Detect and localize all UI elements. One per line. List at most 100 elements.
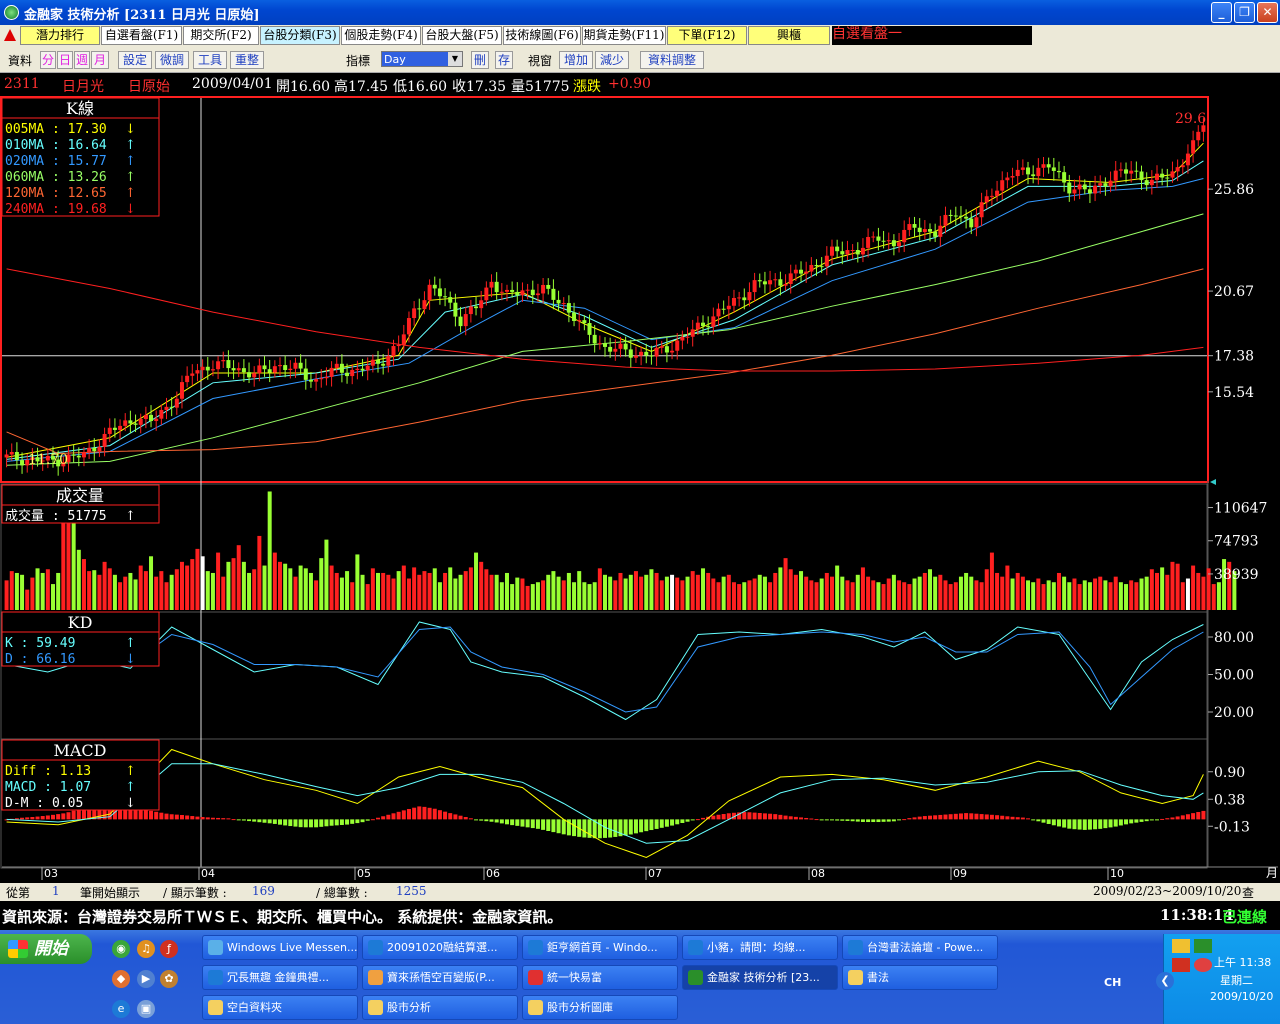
taskbar-task[interactable]: 金融家 技術分析 [23... <box>682 965 838 990</box>
settings-button[interactable]: 設定 <box>118 51 152 69</box>
candle-body <box>989 195 994 197</box>
candle-body <box>701 322 706 327</box>
volume-bar <box>179 561 184 610</box>
volume-bar <box>933 576 938 610</box>
tweak-button[interactable]: 微調 <box>155 51 189 69</box>
taskbar-task[interactable]: 小豬，請問：均線... <box>682 935 838 960</box>
macd-histogram-bar <box>376 817 381 820</box>
tech-chart[interactable]: K線 005MA : 17.30 ↓ 010MA : 16.64 ↑ 020MA : 15… <box>0 96 1280 884</box>
volume-bar <box>66 512 71 610</box>
menu-futures-trend[interactable]: 期貨走勢(F11) <box>582 26 666 45</box>
query-button[interactable]: 查 <box>1242 884 1254 901</box>
candle-body <box>649 355 654 357</box>
task-app-icon <box>368 970 383 985</box>
taskbar-task[interactable]: 鉅亨網首頁 - Windo... <box>522 935 678 960</box>
menu-emerging[interactable]: 興櫃 <box>748 26 830 45</box>
candle-body <box>1020 167 1025 170</box>
indicator-select[interactable]: Day ▼ <box>381 51 463 67</box>
candle-body <box>427 284 432 301</box>
macd-histogram-bar <box>200 817 205 820</box>
minimize-button[interactable]: _ <box>1211 2 1232 23</box>
taskbar-task[interactable]: 台灣書法論壇 - Powe... <box>842 935 998 960</box>
quicklaunch-ie-icon[interactable]: e <box>112 1000 130 1018</box>
macd-histogram-bar <box>845 819 850 821</box>
tray-app-icon[interactable] <box>1194 939 1212 953</box>
quicklaunch-player-icon[interactable]: ▶ <box>137 970 155 988</box>
save-button[interactable]: 存 <box>495 51 513 69</box>
menu-potential-ranking[interactable]: 潛力排行 <box>20 26 100 45</box>
quicklaunch-flash-icon[interactable]: ƒ <box>160 940 178 958</box>
language-indicator[interactable]: CH <box>1104 976 1121 989</box>
from-value[interactable]: 1 <box>52 884 60 898</box>
macd-histogram-bar <box>1062 819 1067 828</box>
candle-body <box>1072 189 1077 194</box>
quicklaunch-messenger-icon[interactable]: ◉ <box>112 940 130 958</box>
candle-body <box>159 409 164 419</box>
volume-bar <box>804 576 809 610</box>
reduce-window-button[interactable]: 減少 <box>595 51 629 69</box>
taskbar-task[interactable]: 股市分析 <box>362 995 518 1020</box>
period-day-button[interactable]: 日 <box>57 51 73 69</box>
volume-bar <box>1165 574 1170 610</box>
tray-expand-icon[interactable]: ❮ <box>1156 972 1174 990</box>
restore-button[interactable]: ❐ <box>1234 2 1255 23</box>
candle-body <box>520 290 525 296</box>
menu-tech-chart[interactable]: 技術線圖(F6) <box>503 26 581 45</box>
quicklaunch-game-icon[interactable]: ◆ <box>112 970 130 988</box>
tray-network-icon[interactable] <box>1172 939 1190 953</box>
macd-histogram-bar <box>1041 819 1046 823</box>
macd-histogram-bar <box>339 819 344 825</box>
data-adjust-button[interactable]: 資料調整 <box>640 51 704 69</box>
delete-button[interactable]: 刪 <box>471 51 489 69</box>
shown-value[interactable]: 169 <box>252 884 275 898</box>
macd-histogram-bar <box>866 819 871 823</box>
candle-body <box>510 289 515 292</box>
menu-watchlist[interactable]: 自選看盤(F1) <box>101 26 182 45</box>
macd-histogram-bar <box>628 819 633 835</box>
clock-time[interactable]: 上午 11:38 <box>1214 954 1271 970</box>
taskbar-task[interactable]: 冗長無趣 金鐘典禮... <box>202 965 358 990</box>
quicklaunch-desktop-icon[interactable]: ▣ <box>137 1000 155 1018</box>
candle-body <box>577 320 582 322</box>
reset-button[interactable]: 重整 <box>230 51 264 69</box>
volume-bar <box>185 565 190 610</box>
candle-body <box>174 398 179 408</box>
taskbar-task[interactable]: 寶來孫悟空百變版(P... <box>362 965 518 990</box>
candle-body <box>928 229 933 232</box>
quicklaunch-media-icon[interactable]: ♫ <box>137 940 155 958</box>
panel-resize-handle[interactable] <box>1210 479 1216 485</box>
watchlist-ticker[interactable]: 自選看盤一 <box>832 26 1032 45</box>
taskbar-task[interactable]: 股市分析圖庫 <box>522 995 678 1020</box>
tools-button[interactable]: 工具 <box>193 51 227 69</box>
add-window-button[interactable]: 增加 <box>559 51 593 69</box>
period-month-button[interactable]: 月 <box>91 51 109 69</box>
taskbar-task[interactable]: 空白資料夾 <box>202 995 358 1020</box>
candle-body <box>747 292 752 301</box>
menu-stock-trend[interactable]: 個股走勢(F4) <box>341 26 421 45</box>
close-button[interactable]: ✕ <box>1257 2 1278 23</box>
system-tray: CH ❮ 上午 11:38 星期二 2009/10/20 <box>1104 934 1280 1024</box>
volume-bar <box>401 565 406 610</box>
menu-market-index[interactable]: 台股大盤(F5) <box>422 26 502 45</box>
menu-futures-exchange[interactable]: 期交所(F2) <box>183 26 259 45</box>
macd-line-diff <box>6 748 1204 859</box>
volume-bar <box>726 574 731 610</box>
candle-body <box>535 293 540 296</box>
menu-stock-category[interactable]: 台股分類(F3) <box>260 26 340 45</box>
start-button[interactable]: 開始 <box>0 934 92 964</box>
period-week-button[interactable]: 週 <box>74 51 90 69</box>
title-bar: 金融家 技術分析 [2311 日月光 日原始] _ ❐ ✕ <box>0 0 1280 25</box>
tray-security-icon[interactable] <box>1172 958 1190 972</box>
taskbar-task[interactable]: 書法 <box>842 965 998 990</box>
taskbar-task[interactable]: 統一快易富 <box>522 965 678 990</box>
volume-bar <box>912 578 917 610</box>
menu-order[interactable]: 下單(F12) <box>667 26 747 45</box>
volume-bar <box>190 559 195 610</box>
period-minute-button[interactable]: 分 <box>40 51 56 69</box>
quicklaunch-app-icon[interactable]: ✿ <box>160 970 178 988</box>
taskbar-task[interactable]: Windows Live Messen... <box>202 935 358 960</box>
macd-histogram-bar <box>897 819 902 821</box>
taskbar-task[interactable]: 20091020融結算選... <box>362 935 518 960</box>
macd-histogram-bar <box>448 813 453 820</box>
tray-antivirus-icon[interactable] <box>1194 958 1212 972</box>
